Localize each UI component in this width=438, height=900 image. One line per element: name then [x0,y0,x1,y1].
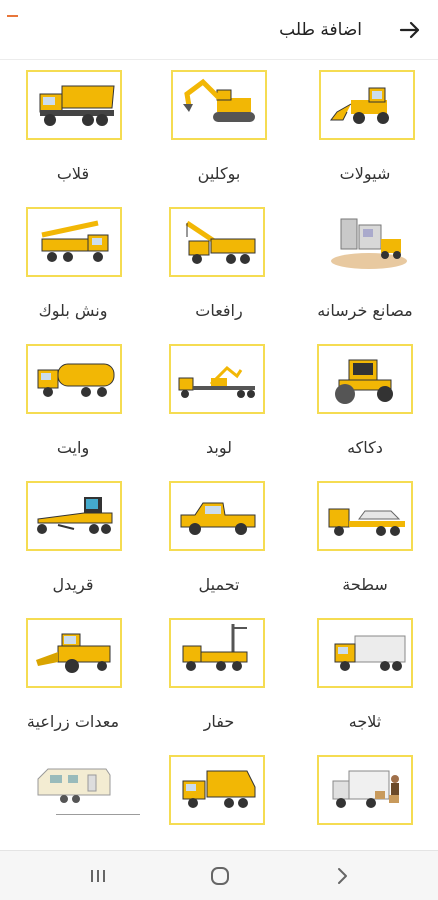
excavator-icon [171,70,267,140]
category-grid: شيولات بوكلين قلاب مصانع خرسانه رافعات و… [0,60,438,850]
recent-apps-icon[interactable] [86,864,110,888]
block-winch-icon [26,207,122,277]
category-item-drilling[interactable]: حفار [146,608,292,745]
category-item-flatbed[interactable]: سطحة [292,471,438,608]
category-label: قريدل [52,575,94,594]
category-label: ونش بلوك [38,301,108,320]
category-item-crane[interactable]: رافعات [146,197,292,334]
category-label: شيولات [339,164,391,183]
flatbed-tow-truck-icon [317,481,413,551]
dump-truck-icon [26,70,122,140]
category-item-excavator[interactable]: بوكلين [146,60,292,197]
category-item-wheel-loader[interactable]: شيولات [292,60,438,197]
category-label: معدات زراعية [26,712,120,731]
category-label: قلاب [56,164,90,183]
system-nav-bar [0,850,438,900]
category-item-pickup[interactable]: تحميل [146,471,292,608]
category-item-block-winch[interactable]: ونش بلوك [0,197,146,334]
accent-mark [7,15,18,17]
category-label: سطحة [342,575,388,594]
category-item-water-tanker[interactable]: وايت [0,334,146,471]
category-label: مصانع خرسانه [317,301,413,320]
category-label: لوبد [206,438,232,457]
category-item-dump-truck[interactable]: قلاب [0,60,146,197]
harvester-icon [26,618,122,688]
category-label: وايت [56,438,90,457]
category-item-lowbed[interactable]: لوبد [146,334,292,471]
moving-truck-icon [317,755,413,825]
category-label: تحميل [198,575,240,594]
lowbed-trailer-icon [169,344,265,414]
motor-grader-icon [26,481,122,551]
category-item-road-roller[interactable]: دكاكه [292,334,438,471]
category-item-agricultural[interactable]: معدات زراعية [0,608,146,745]
arrow-right-icon[interactable] [398,18,422,42]
home-icon[interactable] [208,864,232,888]
category-label: رافعات [195,301,243,320]
nav-back-icon[interactable] [330,864,354,888]
item-divider [56,814,140,815]
road-roller-icon [317,344,413,414]
app-header: اضافة طلب [0,0,438,60]
category-item-grader[interactable]: قريدل [0,471,146,608]
page-title: اضافة طلب [279,20,362,40]
category-item-concrete-plant[interactable]: مصانع خرسانه [292,197,438,334]
category-item-caravan[interactable] [0,745,146,850]
refrigerated-truck-icon [317,618,413,688]
concrete-plant-icon [317,207,413,277]
pickup-truck-icon [169,481,265,551]
roll-off-truck-icon [169,755,265,825]
drilling-rig-icon [169,618,265,688]
category-item-roll-off[interactable] [146,745,292,850]
crane-truck-icon [169,207,265,277]
wheel-loader-icon [319,70,415,140]
category-label: ثلاجه [348,712,382,731]
category-label: بوكلين [197,164,241,183]
water-tanker-icon [26,344,122,414]
category-label: حفار [203,712,235,731]
category-item-refrigerated[interactable]: ثلاجه [292,608,438,745]
category-item-moving[interactable] [292,745,438,850]
category-label: دكاكه [347,438,383,457]
